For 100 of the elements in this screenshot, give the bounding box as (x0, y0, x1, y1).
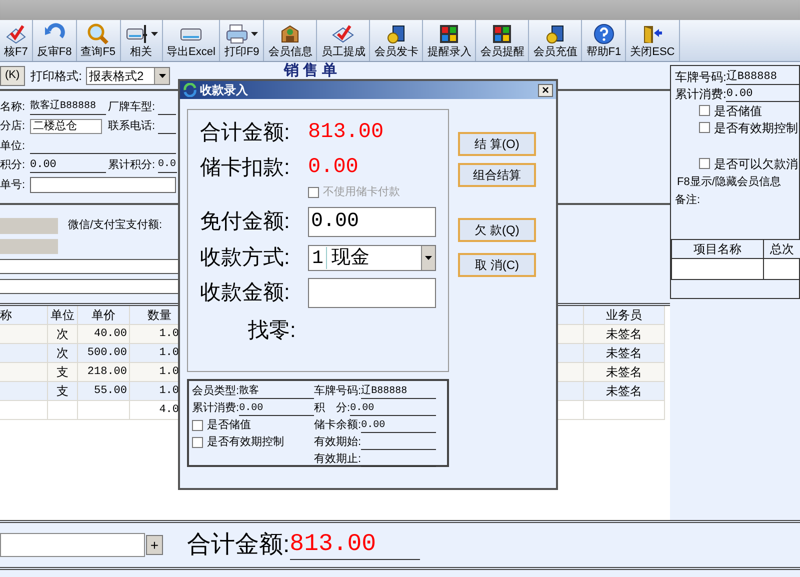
table-cell: 40.00 (78, 324, 130, 344)
column-header: 总次 (764, 240, 800, 259)
text-input-field[interactable] (0, 533, 145, 557)
field-label: 累计消费: (675, 86, 726, 102)
checkbox-label: 不使用储卡付款 (323, 185, 400, 200)
table-cell (0, 362, 48, 382)
field-label: 累计积分: (108, 158, 156, 173)
table-cell (0, 324, 48, 344)
print-format-select[interactable]: 报表格式2 (86, 66, 170, 84)
toolbar-button[interactable]: 会员信息 (264, 20, 318, 61)
colored-squares-icon (438, 22, 460, 44)
total-amount: 813.00 (308, 120, 384, 146)
shortcut-button[interactable]: (K) (0, 66, 25, 86)
close-button[interactable]: × (538, 84, 553, 96)
table-cell (558, 362, 584, 382)
add-button[interactable]: + (146, 535, 163, 555)
table-cell (48, 400, 78, 420)
table-cell: 未签名 (584, 362, 665, 382)
checkbox[interactable] (192, 437, 203, 448)
card-deduction-amount: 0.00 (308, 155, 358, 182)
toolbar-button[interactable]: 反审F8 (32, 20, 77, 61)
checkbox[interactable] (699, 105, 710, 116)
field-label: 有效期止: (314, 452, 362, 468)
printer-icon (225, 22, 250, 44)
cycle-arrows-icon (183, 83, 197, 97)
toolbar-button[interactable]: 会员发卡 (370, 20, 424, 61)
form-title: 销售单 (284, 63, 342, 79)
field-label: 名称: (0, 100, 26, 114)
note-label: 备注: (675, 192, 702, 208)
toolbar-button[interactable]: 核F7 (0, 20, 33, 61)
field-label: 储卡扣款: (200, 155, 291, 182)
toolbar-button[interactable]: 提醒录入 (423, 20, 476, 61)
table-cell: 未签名 (584, 382, 665, 400)
checkbox[interactable] (192, 420, 203, 431)
toolbar-button[interactable]: 帮助F1 (582, 20, 626, 61)
table-cell: 支 (48, 382, 78, 400)
field-label: 找零: (248, 318, 296, 344)
checkbox-label: 是否储值 (714, 102, 762, 120)
field-label: 积 分: (314, 401, 350, 416)
toolbar-button[interactable]: 会员充值 (529, 20, 582, 61)
device-icon (124, 22, 149, 44)
toolbar-button[interactable]: 相关 (120, 20, 163, 61)
total-spent-field[interactable]: 0.00 (726, 86, 800, 102)
field-label: 车牌号码: (314, 385, 362, 400)
table-cell: 次 (48, 324, 78, 344)
payment-amount-field (0, 218, 58, 234)
customer-name-field[interactable]: 散客辽B88888 (30, 98, 106, 115)
print-format-label: 打印格式: (30, 68, 82, 84)
toolbar-button[interactable]: 导出Excel (162, 20, 220, 61)
table-cell (558, 400, 584, 420)
search-icon (87, 22, 110, 44)
order-number-field[interactable] (30, 176, 176, 193)
branch-field[interactable]: 二楼总仓 (30, 118, 102, 134)
wechat-alipay-label: 微信/支付宝支付额: (68, 218, 162, 234)
plate-number-field[interactable]: 辽B88888 (726, 68, 800, 84)
toolbar-button[interactable]: 打印F9 (220, 20, 264, 61)
text-input-field[interactable] (0, 258, 178, 274)
house-icon (279, 22, 302, 44)
text-input-field[interactable] (0, 278, 178, 294)
field-label: 收款方式: (200, 245, 291, 272)
plate-number-field: 辽B88888 (361, 384, 436, 399)
check-icon (4, 22, 27, 44)
column-header: 业务员 (584, 306, 665, 324)
dialog-button[interactable]: 组合结算 (458, 163, 536, 187)
checkbox[interactable] (699, 158, 710, 169)
help-icon (592, 22, 615, 44)
dialog-title: 收款录入 (200, 82, 248, 99)
payment-method-select[interactable]: 1 现金 (308, 245, 436, 271)
field-label: 收款金额: (200, 280, 291, 306)
dialog-button[interactable]: 欠 款(Q) (458, 218, 536, 242)
table-cell: 支 (48, 362, 78, 382)
exempt-amount-field[interactable]: 0.00 (308, 207, 436, 237)
checkbox-label: 是否有效期控制 (714, 120, 798, 136)
field-label: 联系电话: (108, 118, 156, 134)
toolbar-button[interactable]: 会员提醒 (476, 20, 530, 61)
field-label: 厂牌车型: (108, 100, 156, 114)
column-header: 项目名称 (672, 240, 764, 259)
toolbar-button[interactable]: 关闭ESC (626, 20, 680, 61)
checkbox[interactable] (699, 122, 710, 133)
table-cell: 未签名 (584, 324, 665, 344)
toolbar-button[interactable]: 查询F5 (76, 20, 121, 61)
table-cell: 218.00 (78, 362, 130, 382)
dialog-button[interactable]: 取 消(C) (458, 253, 536, 277)
total-amount: 813.00 (290, 530, 420, 560)
checkbox-label: 是否储值 (207, 418, 251, 434)
field-label: 分店: (0, 118, 26, 134)
checkbox-label: 是否有效期控制 (207, 435, 284, 450)
field-label: 积分: (0, 158, 26, 173)
points-field: 0.00 (350, 401, 436, 416)
table-cell: 次 (48, 344, 78, 362)
column-header: 单位 (48, 306, 78, 324)
toolbar-button[interactable]: 员工提成 (317, 20, 370, 61)
dialog-button[interactable]: 结 算(O) (458, 132, 536, 156)
total-points-field[interactable]: 0.0 (158, 157, 177, 174)
received-amount-field[interactable] (308, 278, 436, 308)
points-field[interactable]: 0.00 (30, 157, 106, 174)
checkbox-label: 是否可以欠款消 (714, 156, 798, 172)
column-header: 单价 (78, 306, 130, 324)
total-label: 合计金额: (187, 530, 290, 560)
table-cell: 未签名 (584, 344, 665, 362)
